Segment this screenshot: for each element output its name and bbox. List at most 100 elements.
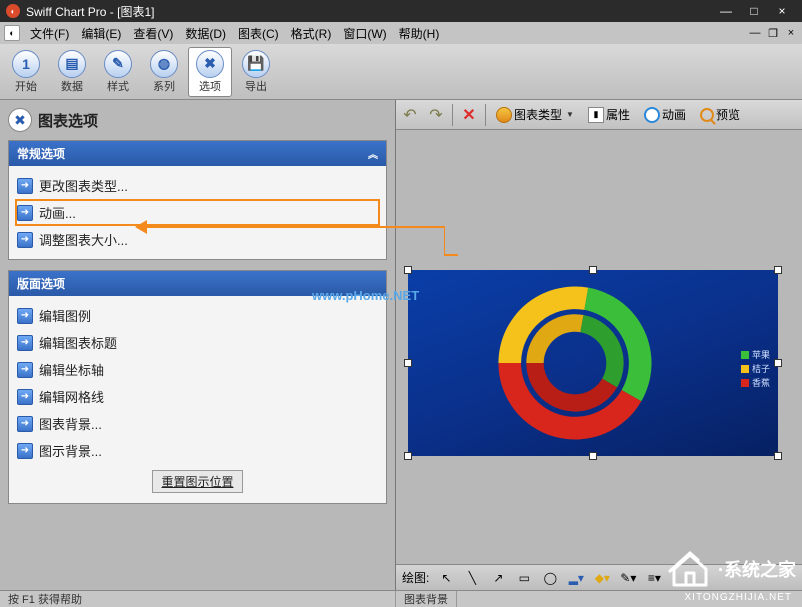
separator xyxy=(485,104,486,126)
chart-object[interactable]: 苹果 桔子 香蕉 xyxy=(408,270,778,456)
tool-options-label: 选项 xyxy=(199,78,221,94)
reset-layout-button[interactable]: 重置图示位置 xyxy=(152,470,242,493)
tool-data[interactable]: ▤数据 xyxy=(50,47,94,97)
opt-resize-chart[interactable]: ➜调整图表大小... xyxy=(15,226,380,253)
resize-handle[interactable] xyxy=(589,452,597,460)
opt-animation[interactable]: ➜ 动画... xyxy=(15,199,380,226)
opt-edit-axis-label: 编辑坐标轴 xyxy=(39,360,104,379)
mdi-close[interactable]: × xyxy=(782,27,800,40)
opt-chart-bg[interactable]: ➜图表背景... xyxy=(15,410,380,437)
ellipse-tool[interactable]: ◯ xyxy=(541,569,559,587)
tool-style[interactable]: ✎样式 xyxy=(96,47,140,97)
opt-animation-label: 动画... xyxy=(39,203,76,222)
menu-window[interactable]: 窗口(W) xyxy=(337,23,392,44)
delete-button[interactable]: ✕ xyxy=(459,105,479,125)
menu-edit[interactable]: 编辑(E) xyxy=(75,23,127,44)
opt-edit-title-label: 编辑图表标题 xyxy=(39,333,117,352)
magnifier-icon xyxy=(700,108,714,122)
resize-handle[interactable] xyxy=(774,359,782,367)
panel-header: ✖ 图表选项 xyxy=(8,108,387,132)
opt-edit-title[interactable]: ➜ 编辑图表标题 xyxy=(15,329,380,356)
chart-legend: 苹果 桔子 香蕉 xyxy=(741,348,770,390)
opt-change-chart-type[interactable]: ➜ 更改图表类型... xyxy=(15,172,380,199)
status-help: 按 F1 获得帮助 xyxy=(0,591,396,607)
opt-edit-axis[interactable]: ➜ 编辑坐标轴 xyxy=(15,356,380,383)
clock-icon xyxy=(644,107,660,123)
menu-view[interactable]: 查看(V) xyxy=(127,23,179,44)
opt-plot-bg[interactable]: ➜ 图示背景... xyxy=(15,437,380,464)
preview-toolbar: ↶ ↷ ✕ 图表类型 ▼ ▮属性 动画 预览 xyxy=(396,100,802,130)
resize-handle[interactable] xyxy=(404,359,412,367)
series-icon: ◍ xyxy=(150,50,178,78)
resize-handle[interactable] xyxy=(404,452,412,460)
draw-label: 绘图: xyxy=(402,569,429,586)
window-title: Swiff Chart Pro - [图表1] xyxy=(26,3,712,20)
arrow-icon: ➜ xyxy=(17,205,33,221)
rect-tool[interactable]: ▭ xyxy=(515,569,533,587)
doc-icon: ◐ xyxy=(4,25,20,41)
properties-label: 属性 xyxy=(606,106,630,123)
mdi-restore[interactable]: ❐ xyxy=(764,27,782,40)
export-icon: 💾 xyxy=(242,50,270,78)
right-panel: ↶ ↷ ✕ 图表类型 ▼ ▮属性 动画 预览 xyxy=(396,100,802,590)
chart-canvas[interactable]: 苹果 桔子 香蕉 xyxy=(396,130,802,564)
fill-color[interactable]: ◆▾ xyxy=(593,569,611,587)
minimize-button[interactable]: — xyxy=(712,4,740,18)
panel-title: 图表选项 xyxy=(38,110,98,131)
chevron-down-icon: ▼ xyxy=(566,110,574,119)
opt-edit-grid[interactable]: ➜ 编辑网格线 xyxy=(15,383,380,410)
site-logo-overlay: ·系统之家 xyxy=(668,549,796,589)
arrow-icon: ➜ xyxy=(17,443,33,459)
chart-type-button[interactable]: 图表类型 ▼ xyxy=(492,105,578,124)
properties-button[interactable]: ▮属性 xyxy=(584,105,634,124)
line-tool[interactable]: ╲ xyxy=(463,569,481,587)
line-color[interactable]: ▂▾ xyxy=(567,569,585,587)
tool-start[interactable]: 1开始 xyxy=(4,47,48,97)
tool-options[interactable]: ✖选项 xyxy=(188,47,232,97)
line-style[interactable]: ≡▾ xyxy=(645,569,663,587)
menu-help[interactable]: 帮助(H) xyxy=(393,23,446,44)
tool-series[interactable]: ◍系列 xyxy=(142,47,186,97)
opt-plot-bg-label: 图示背景... xyxy=(39,441,102,460)
collapse-icon: ︽ xyxy=(368,146,378,161)
maximize-button[interactable]: □ xyxy=(740,4,768,18)
arrow-icon: ➜ xyxy=(17,362,33,378)
section-general: 常规选项 ︽ ➜ 更改图表类型... ➜ 动画... ➜调整图表大小... xyxy=(8,140,387,260)
pointer-tool[interactable]: ↖ xyxy=(437,569,455,587)
status-bg: 图表背景 xyxy=(396,591,457,607)
preview-button[interactable]: 预览 xyxy=(696,105,744,124)
tool-export[interactable]: 💾导出 xyxy=(234,47,278,97)
arrow-icon: ➜ xyxy=(17,178,33,194)
opt-resize-chart-label: 调整图表大小... xyxy=(39,230,128,249)
close-button[interactable]: × xyxy=(768,4,796,18)
undo-button[interactable]: ↶ xyxy=(400,105,420,125)
house-icon xyxy=(668,549,712,589)
arrow-icon: ➜ xyxy=(17,389,33,405)
tool-export-label: 导出 xyxy=(245,78,267,94)
main-toolbar: 1开始 ▤数据 ✎样式 ◍系列 ✖选项 💾导出 xyxy=(0,44,802,100)
arrow-icon: ➜ xyxy=(17,335,33,351)
arrow-icon: ➜ xyxy=(17,416,33,432)
redo-button[interactable]: ↷ xyxy=(426,105,446,125)
animation-button[interactable]: 动画 xyxy=(640,105,690,124)
menu-file[interactable]: 文件(F) xyxy=(24,23,75,44)
opt-edit-legend[interactable]: ➜编辑图例 xyxy=(15,302,380,329)
section-layout-title: 版面选项 xyxy=(17,275,65,292)
resize-handle[interactable] xyxy=(589,266,597,274)
mdi-minimize[interactable]: — xyxy=(746,27,764,40)
menu-format[interactable]: 格式(R) xyxy=(285,23,338,44)
legend-label: 桔子 xyxy=(752,362,770,375)
left-panel: ✖ 图表选项 常规选项 ︽ ➜更改图表类型... ➜动画... ➜调整图表大小.… xyxy=(0,100,396,590)
donut-chart xyxy=(488,276,662,450)
pen-tool[interactable]: ✎▾ xyxy=(619,569,637,587)
resize-handle[interactable] xyxy=(404,266,412,274)
opt-change-chart-type-label: 更改图表类型... xyxy=(39,176,128,195)
menu-chart[interactable]: 图表(C) xyxy=(232,23,285,44)
section-general-header[interactable]: 常规选项 ︽ xyxy=(9,141,386,166)
opt-edit-grid-label: 编辑网格线 xyxy=(39,387,104,406)
resize-handle[interactable] xyxy=(774,452,782,460)
menu-data[interactable]: 数据(D) xyxy=(179,23,232,44)
chart-type-label: 图表类型 xyxy=(514,106,562,123)
arrow-tool[interactable]: ↗ xyxy=(489,569,507,587)
resize-handle[interactable] xyxy=(774,266,782,274)
